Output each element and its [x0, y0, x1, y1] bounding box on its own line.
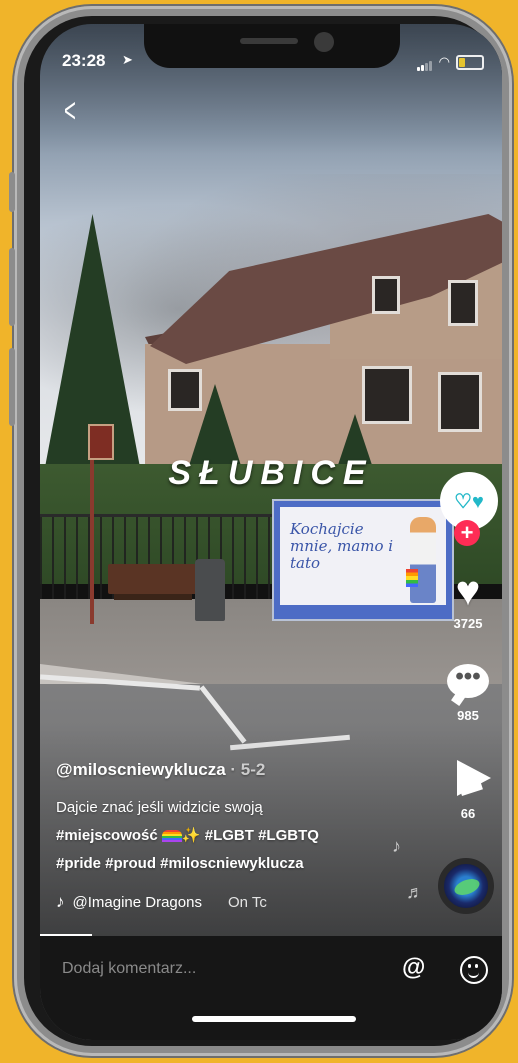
wifi-icon: ◠ — [438, 54, 450, 69]
music-disc[interactable] — [438, 858, 494, 914]
billboard: Kochajcie mnie, mamo i tato — [272, 499, 454, 621]
floating-note-icon: ♪ — [392, 836, 401, 856]
emoji-icon[interactable] — [460, 956, 488, 984]
mute-switch — [9, 172, 15, 212]
comment-input[interactable]: Dodaj komentarz... — [62, 960, 196, 978]
signal-icon — [416, 53, 433, 71]
house-window — [448, 280, 478, 326]
battery-icon — [456, 54, 484, 70]
mention-icon[interactable]: @ — [402, 954, 425, 982]
post-caption: Dajcie znać jeśli widzicie swoją #miejsc… — [56, 794, 396, 878]
bench — [108, 564, 198, 594]
post-author[interactable]: @miloscniewyklucza · 5-2 — [56, 760, 265, 780]
billboard-text: Kochajcie mnie, mamo i tato — [290, 520, 394, 572]
music-artist: @Imagine Dragons — [72, 893, 202, 911]
heart-logo-icon: ♡♥ — [454, 490, 484, 513]
comment-count: 985 — [457, 708, 479, 723]
hashtags-line[interactable]: #pride #proud #miloscniewyklucza — [56, 850, 396, 878]
house-window — [372, 276, 400, 314]
home-indicator — [192, 1016, 356, 1022]
music-row[interactable]: ♪ @Imagine Dragons On Tc — [56, 892, 267, 912]
caption-tags-line: #miejscowość ✨ #LGBT #LGBTQ — [56, 822, 396, 850]
like-count: 3725 — [453, 616, 483, 631]
notch — [144, 24, 400, 68]
floating-note-icon: ♬ — [406, 882, 424, 902]
hashtag-lgbt[interactable]: #LGBT #LGBTQ — [205, 827, 319, 844]
house-window — [362, 366, 412, 424]
house-window — [168, 369, 202, 411]
follow-button[interactable]: + — [454, 520, 480, 546]
post-date: 5-2 — [240, 760, 266, 779]
rainbow-emoji-icon — [161, 830, 182, 843]
trash-bin — [195, 559, 225, 621]
hashtag-miejscowosc[interactable]: #miejscowość — [56, 827, 158, 844]
music-note-icon: ♪ — [56, 892, 65, 911]
screen: Kochajcie mnie, mamo i tato 23:28 ➤ ◠ < … — [40, 24, 502, 1040]
billboard-figure — [410, 517, 436, 603]
post-date-separator: · — [230, 760, 241, 779]
like-button[interactable]: ♥ 3725 — [435, 567, 501, 632]
video-overlay-title: SŁUBICE — [168, 454, 374, 492]
volume-up-button — [9, 248, 15, 326]
back-button[interactable]: < — [64, 92, 76, 131]
speaker — [240, 38, 298, 44]
house-window — [438, 372, 482, 432]
sparkles-emoji-icon: ✨ — [181, 827, 201, 844]
music-song: On Tc — [227, 893, 267, 911]
location-arrow-icon: ➤ — [122, 52, 133, 67]
heart-icon: ♥ — [455, 567, 481, 614]
camera — [314, 32, 334, 52]
username[interactable]: @miloscniewyklucza — [56, 760, 226, 779]
billboard-poster: Kochajcie mnie, mamo i tato — [280, 507, 446, 605]
share-count: 66 — [460, 806, 476, 821]
status-time: 23:28 — [62, 51, 106, 70]
caption-line: Dajcie znać jeśli widzicie swoją — [56, 799, 263, 816]
comment-bubble-icon: ••• — [447, 664, 489, 698]
volume-down-button — [9, 348, 15, 426]
rainbow-flag-icon — [406, 569, 418, 587]
status-icons: ◠ — [416, 53, 484, 71]
share-button[interactable]: 66 — [435, 760, 501, 821]
share-arrow-icon — [445, 760, 491, 798]
comment-button[interactable]: ••• 985 — [435, 664, 501, 723]
disc-artwork — [452, 875, 482, 899]
comment-bar: Dodaj komentarz... @ — [40, 936, 502, 1040]
